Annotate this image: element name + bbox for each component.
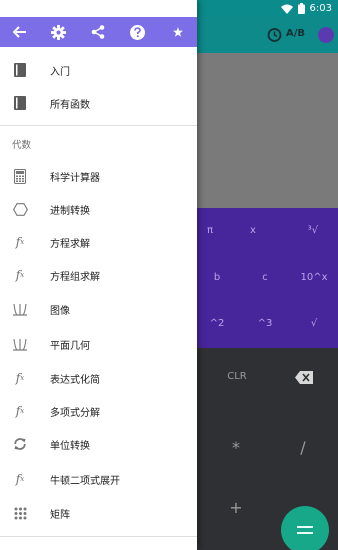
drawer-header	[0, 17, 197, 47]
menu-item-label: 多项式分解	[50, 407, 100, 419]
sci-key[interactable]: 10^x	[294, 272, 334, 283]
menu-item-label: 入门	[50, 66, 70, 78]
sci-key[interactable]: b	[197, 272, 237, 283]
menu-item-getting-started[interactable]: 入门	[0, 55, 197, 85]
sci-key[interactable]: ^3	[245, 318, 285, 329]
battery-icon	[297, 3, 305, 14]
history-icon[interactable]	[266, 27, 282, 47]
menu-item-unit-conversion[interactable]: 单位转换	[0, 429, 197, 459]
menu-item-matrix[interactable]: 矩阵	[0, 498, 197, 528]
back-arrow-icon[interactable]	[0, 17, 39, 47]
ab-toggle-label[interactable]: A/B	[286, 28, 305, 39]
share-icon[interactable]	[78, 17, 117, 47]
menu-item-label: 平面几何	[50, 340, 90, 352]
gear-icon[interactable]	[39, 17, 78, 47]
graph-icon	[0, 294, 40, 324]
hexagon-icon	[0, 194, 40, 224]
book-icon	[0, 55, 40, 85]
menu-item-binomial-expansion[interactable]: fx 牛顿二项式展开	[0, 464, 197, 494]
calculator-icon	[0, 161, 40, 191]
menu-item-simplify-expression[interactable]: fx 表达式化简	[0, 363, 197, 393]
function-icon: fx	[15, 472, 25, 486]
multiply-button[interactable]: *	[216, 438, 256, 457]
menu-item-all-functions[interactable]: 所有函数	[0, 88, 197, 118]
drawer-menu: 入门 所有函数 代数 科学计算器 进制转换 fx 方程求解 f x 方程组求解 …	[0, 47, 197, 550]
menu-item-label: 进制转换	[50, 205, 90, 217]
menu-item-label: 所有函数	[50, 99, 90, 111]
menu-item-label: 表达式化简	[50, 374, 100, 386]
grid-icon	[0, 498, 40, 528]
function-icon: fx	[15, 268, 25, 282]
function-icon: fx	[15, 235, 25, 249]
menu-item-label: 图像	[50, 305, 70, 317]
menu-item-label: 单位转换	[50, 440, 90, 452]
equals-icon	[297, 526, 313, 534]
menu-item-label: 方程组求解	[50, 271, 100, 283]
menu-item-scientific-calculator[interactable]: 科学计算器	[0, 161, 197, 191]
status-time: 6:03	[309, 3, 332, 14]
backspace-icon[interactable]	[284, 369, 324, 388]
menu-item-graph[interactable]: 图像	[0, 294, 197, 324]
section-title-algebra: 代数	[12, 140, 32, 151]
menu-item-label: 牛顿二项式展开	[50, 475, 120, 487]
menu-item-label: 科学计算器	[50, 172, 100, 184]
menu-item-system-solver[interactable]: fx 方程组求解	[0, 260, 197, 290]
star-icon[interactable]	[158, 17, 197, 47]
function-icon: fx	[15, 371, 25, 385]
divide-button[interactable]: /	[283, 438, 323, 457]
divider	[0, 536, 197, 537]
status-icons: 6:03	[280, 2, 332, 15]
equals-fab[interactable]	[281, 506, 329, 550]
add-button[interactable]: +	[216, 498, 256, 517]
sci-key[interactable]: ³√	[293, 225, 333, 236]
navigation-drawer: 入门 所有函数 代数 科学计算器 进制转换 fx 方程求解 f x 方程组求解 …	[0, 0, 197, 550]
menu-item-label: 矩阵	[50, 509, 70, 521]
wifi-icon	[280, 4, 293, 14]
function-icon: fx	[15, 404, 25, 418]
menu-item-plane-geometry[interactable]: 平面几何	[0, 329, 197, 359]
sync-icon	[0, 429, 40, 459]
divider	[0, 125, 197, 126]
menu-item-label: 方程求解	[50, 238, 90, 250]
clear-button[interactable]: CLR	[217, 371, 257, 382]
book-icon	[0, 88, 40, 118]
menu-item-base-conversion[interactable]: 进制转换	[0, 194, 197, 224]
graph-icon	[0, 329, 40, 359]
help-icon[interactable]	[118, 17, 157, 47]
sci-key[interactable]: x	[233, 225, 273, 236]
menu-item-polynomial-factoring[interactable]: fx 多项式分解	[0, 396, 197, 426]
sci-key[interactable]: ^2	[197, 318, 237, 329]
theme-toggle[interactable]	[318, 27, 334, 43]
menu-item-equation-solver[interactable]: fx 方程求解	[0, 227, 197, 257]
sci-key[interactable]: √	[294, 318, 334, 329]
sci-key[interactable]: c	[245, 272, 285, 283]
